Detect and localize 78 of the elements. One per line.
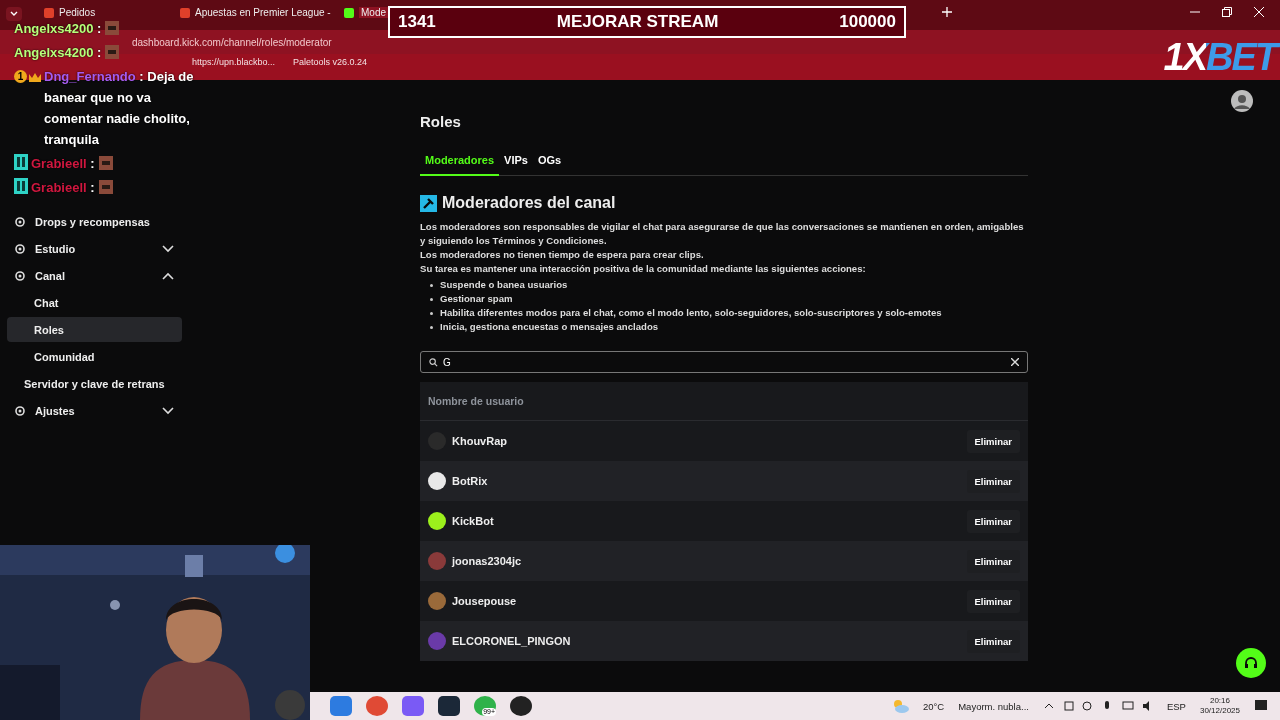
goal-current: 1341 [398,12,436,32]
hammer-icon [420,194,437,212]
sidebar-item[interactable]: Canal [7,262,182,289]
username: joonas2304jc [452,555,522,567]
sidebar-item[interactable]: Drops y recompensas [7,208,182,235]
restore-icon[interactable] [1222,7,1232,17]
browser-tab[interactable]: Apuestas en Premier League - [195,7,331,18]
headset-icon [1243,655,1259,671]
emote-icon [98,180,113,194]
sidebar-subitem[interactable]: Roles [7,317,182,342]
tab-favicon-icon [344,7,354,18]
action-item: Habilita diferentes modos para el chat, como el modo lento, solo-seguidores, solo-suscriptores y solo-emotes [440,306,942,320]
username: ELCORONEL_PINGON [452,635,571,647]
remove-button[interactable]: Eliminar [966,469,1020,493]
bookmark[interactable]: Paletools v26.0.24 [293,57,368,67]
sidebar-icon [15,216,25,227]
page-title: Roles [420,113,462,130]
username: BotRix [452,475,488,487]
remove-button[interactable]: Eliminar [966,509,1020,533]
weather-text: Mayorm. nubla... [958,700,1029,712]
sidebar-subitem[interactable]: Comunidad [7,344,182,369]
tab-menu-icon[interactable] [6,7,22,21]
support-button[interactable] [1236,648,1266,678]
action-item: Gestionar spam [440,292,513,306]
chat-message: Grabieell : [31,156,95,171]
action-item: Inicia, gestiona encuestas o mensajes anclados [440,320,659,334]
avatar-icon[interactable] [1231,90,1253,112]
emote-icon [105,45,120,59]
description-text: Los moderadores son responsables de vigilar el chat para asegurarse de que las conversaciones se mantienen en orden, amigables y siguiendo los Términos y Condiciones. [420,220,1025,248]
sidebar-item[interactable]: Servidor y clave de retrans [7,370,182,397]
emote-icon [98,156,113,170]
username: KickBot [452,515,494,527]
section-title: Moderadores del canal [442,194,616,212]
sidebar-icon [15,405,25,416]
close-icon[interactable] [1254,7,1264,17]
chat-message: Angelxs4200 : [14,21,102,36]
action-item: Suspende o banea usuarios [440,278,568,292]
goal-target: 100000 [839,12,896,32]
clear-icon[interactable] [1011,358,1019,366]
address-bar[interactable]: dashboard.kick.com/channel/roles/moderator [132,36,332,48]
bookmark[interactable]: https://upn.blackbo... [192,57,276,67]
sidebar-item[interactable]: Ajustes [7,397,182,424]
remove-button[interactable]: Eliminar [966,549,1020,573]
sidebar-subitem[interactable]: Chat [7,290,182,315]
remove-button[interactable]: Eliminar [966,429,1020,453]
notification-icon[interactable] [1254,699,1268,713]
description-text: Su tarea es mantener una interacción positiva de la comunidad mediante las siguientes acciones: [420,262,867,276]
clock[interactable]: 20:16 30/12/2025 [1199,696,1240,716]
og-badge-icon [14,154,28,170]
search-field[interactable]: G [420,351,1028,373]
new-tab-icon[interactable] [942,7,952,17]
emote-icon [105,21,120,35]
column-header: Nombre de usuario [428,395,524,407]
search-icon [429,358,438,367]
goal-title: MEJORAR STREAM [556,12,719,32]
crown-icon [29,71,41,82]
role-tab[interactable]: OGs [532,150,567,175]
tab-favicon-icon [44,7,54,18]
username: Jousepouse [452,595,517,607]
remove-button[interactable]: Eliminar [966,589,1020,613]
browser-tab[interactable]: Pedidos [59,7,96,18]
taskbar-app-icon[interactable] [438,696,460,716]
tab-favicon-icon [180,7,190,18]
chat-message: Angelxs4200 : [14,45,102,60]
taskbar-app-icon[interactable] [510,696,532,716]
chat-message: Grabieell : [31,180,95,195]
username: KhouvRap [452,435,507,447]
sidebar-item[interactable]: Estudio [7,235,182,262]
role-tab[interactable]: VIPs [499,150,533,175]
language-indicator[interactable]: ESP [1166,700,1186,712]
description-text: Los moderadores no tienen tiempo de espera para crear clips. [420,248,705,262]
sidebar-icon [15,270,25,281]
temperature: 20°C [922,700,945,712]
role-tab[interactable]: Moderadores [420,150,500,176]
remove-button[interactable]: Eliminar [966,629,1020,653]
browser-tab[interactable]: Mode [359,7,388,18]
og-badge-icon [14,178,28,194]
sidebar-icon [15,243,25,254]
